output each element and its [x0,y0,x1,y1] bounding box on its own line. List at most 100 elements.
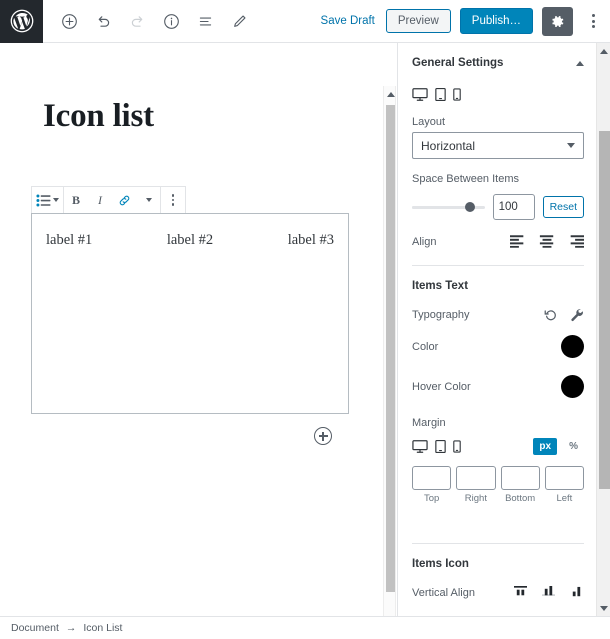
triangle-down-icon [600,605,608,611]
margin-bottom-input[interactable] [500,466,540,490]
hover-color-swatch[interactable] [561,375,584,398]
layout-select-value: Horizontal [421,138,476,153]
align-label: Align [412,235,437,248]
margin-left-cell: Left [544,466,584,504]
block-options-group [161,187,185,213]
block-appender-button[interactable] [314,427,332,445]
color-swatch[interactable] [561,335,584,358]
list-item[interactable]: label #1 [46,232,92,249]
typography-label: Typography [412,309,470,321]
edit-mode-button[interactable] [223,5,255,37]
preview-button[interactable]: Preview [385,9,451,33]
margin-right-caption: Right [464,493,487,504]
margin-top-cell: Top [412,466,452,504]
icon-list-block-icon [36,194,51,206]
gear-icon [552,15,564,27]
block-type-switcher-button[interactable] [32,187,63,213]
block-type-group [32,187,64,213]
link-button[interactable] [112,187,136,213]
save-draft-button[interactable]: Save Draft [319,11,377,31]
wrench-icon[interactable] [570,308,584,322]
sidebar-scroll-up-button[interactable] [597,43,610,59]
unit-px-button[interactable]: px [533,438,558,455]
editor-scrollbar-thumb[interactable] [386,105,395,592]
kebab-vertical-icon [171,194,175,206]
triangle-up-icon [386,91,395,97]
tablet-icon[interactable] [435,87,446,102]
publish-button[interactable]: Publish… [459,8,533,34]
redo-button[interactable] [121,5,153,37]
section-divider [412,543,584,544]
vertical-align-top-icon[interactable] [513,586,528,599]
items-text-title: Items Text [412,280,469,292]
vertical-align-middle-icon[interactable] [541,586,556,599]
margin-unit-toggle: px % [533,438,584,455]
align-right-icon[interactable] [568,235,584,248]
breadcrumb-document[interactable]: Document [11,622,59,634]
more-rich-text-button[interactable] [136,187,160,213]
add-block-button[interactable] [53,5,85,37]
margin-left-caption: Left [556,493,573,504]
margin-left-input[interactable] [544,466,584,490]
icon-list-block[interactable]: label #1 label #2 label #3 [31,213,349,414]
bold-button[interactable]: B [64,187,88,213]
space-between-items-label: Space Between Items [412,173,520,185]
wordpress-logo-icon[interactable] [0,0,43,43]
more-menu-button[interactable] [582,6,604,36]
unit-percent-button[interactable]: % [563,438,584,455]
breadcrumb-current[interactable]: Icon List [83,622,122,634]
kebab-vertical-icon [591,14,595,17]
content-info-button[interactable] [155,5,187,37]
mobile-icon[interactable] [453,87,461,102]
tablet-icon[interactable] [435,439,446,454]
vertical-align-bottom-icon[interactable] [569,586,584,599]
chevron-up-icon[interactable] [576,60,584,66]
chevron-down-icon [567,143,575,148]
sidebar-scroll-down-button[interactable] [597,600,610,616]
space-value-input[interactable] [492,194,535,220]
align-center-icon[interactable] [539,235,555,248]
mobile-icon[interactable] [453,439,461,454]
general-settings-title: General Settings [412,57,504,69]
undo-button[interactable] [87,5,119,37]
settings-sidebar: General Settings Layout Horizontal Space… [397,43,610,616]
breadcrumb-arrow-icon: → [65,622,77,634]
margin-top-input[interactable] [412,466,452,490]
space-reset-button[interactable]: Reset [542,196,584,218]
chevron-down-icon [146,198,152,202]
space-slider-knob[interactable] [465,202,476,212]
space-slider[interactable] [412,202,485,212]
italic-button[interactable]: I [88,187,112,213]
post-canvas[interactable]: Icon list B I label #1 label #2 label #3 [0,43,383,616]
block-toolbar: B I [31,186,186,214]
breadcrumb: Document → Icon List [0,616,610,639]
reset-circular-arrow-icon[interactable] [544,308,558,322]
typography-control: Typography [412,308,584,322]
desktop-icon[interactable] [412,87,428,102]
settings-gear-button[interactable] [542,6,573,36]
header-actions: Save Draft Preview Publish… [319,6,610,36]
section-divider [412,265,584,266]
hover-color-control: Hover Color [412,375,584,398]
editor-canvas-area: Icon list B I label #1 label #2 label #3 [0,43,396,616]
sidebar-scrollbar-thumb[interactable] [599,131,610,489]
triangle-up-icon [600,48,608,54]
color-label: Color [412,340,439,353]
page-title[interactable]: Icon list [43,98,154,135]
layout-select[interactable]: Horizontal [412,132,584,159]
link-chain-icon [119,195,129,205]
sidebar-scrollbar[interactable] [596,43,610,616]
list-item[interactable]: label #2 [167,232,213,249]
scroll-up-button[interactable] [384,86,396,102]
align-left-icon[interactable] [510,235,526,248]
desktop-icon[interactable] [412,439,428,454]
list-item[interactable]: label #3 [288,232,334,249]
sidebar-content: General Settings Layout Horizontal Space… [398,43,598,599]
block-navigation-button[interactable] [189,5,221,37]
margin-fields: Top Right Bottom Left [412,466,584,504]
editor-scrollbar[interactable] [383,86,396,616]
color-control: Color [412,335,584,358]
margin-right-input[interactable] [456,466,496,490]
block-options-button[interactable] [161,187,185,213]
general-settings-header[interactable]: General Settings [412,43,584,75]
